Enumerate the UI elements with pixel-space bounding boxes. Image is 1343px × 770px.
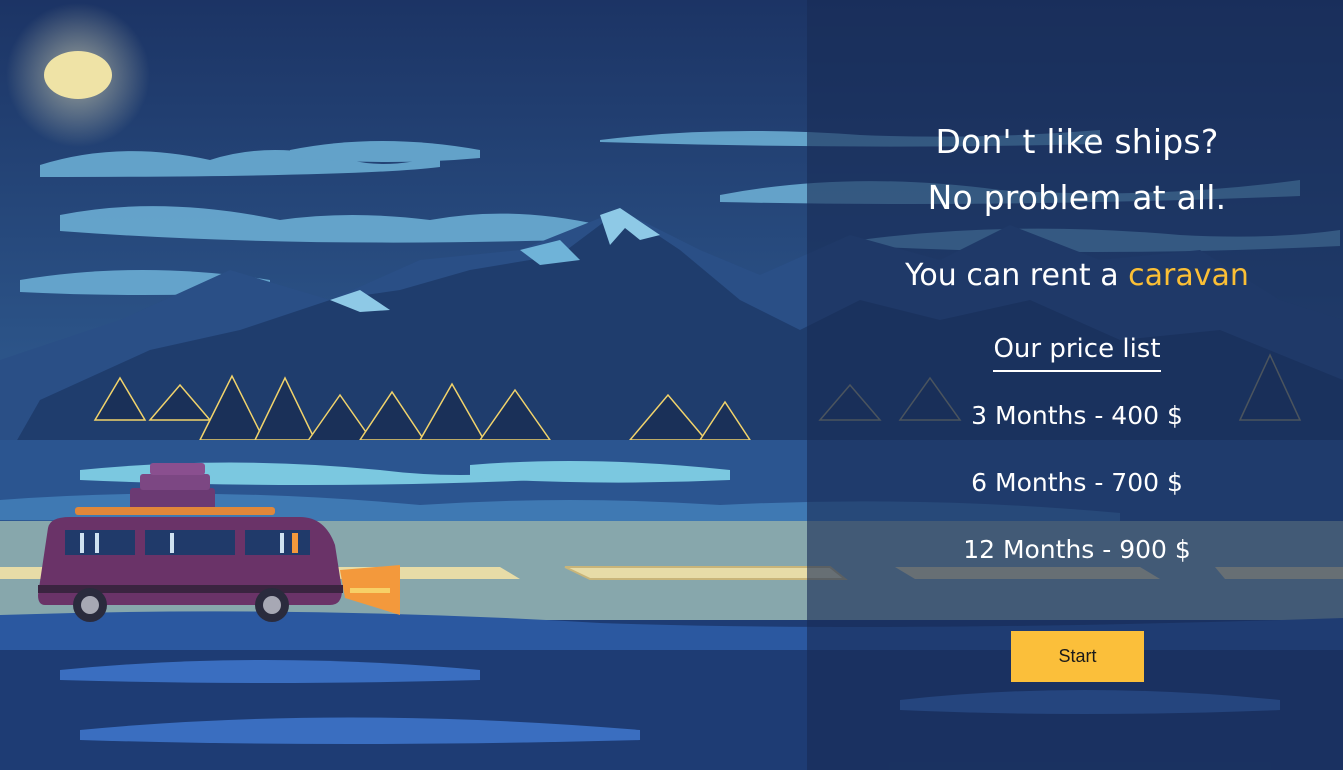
subline-highlight: caravan xyxy=(1128,258,1249,293)
headline-line-1: Don' t like ships? xyxy=(935,122,1219,161)
subline: You can rent a caravan xyxy=(807,257,1343,295)
headline-line-2: No problem at all. xyxy=(927,178,1227,217)
price-list-title: Our price list xyxy=(807,332,1343,372)
price-item-6-months: 6 Months - 700 $ xyxy=(971,468,1183,497)
price-list-title-text: Our price list xyxy=(993,332,1161,372)
price-item-3-months: 3 Months - 400 $ xyxy=(971,401,1183,430)
moon xyxy=(6,3,150,147)
offer-panel: Don' t like ships? No problem at all. Yo… xyxy=(807,0,1343,770)
price-item-12-months: 12 Months - 900 $ xyxy=(963,535,1191,564)
subline-prefix: You can rent a xyxy=(905,258,1129,293)
start-button[interactable]: Start xyxy=(1011,631,1144,682)
